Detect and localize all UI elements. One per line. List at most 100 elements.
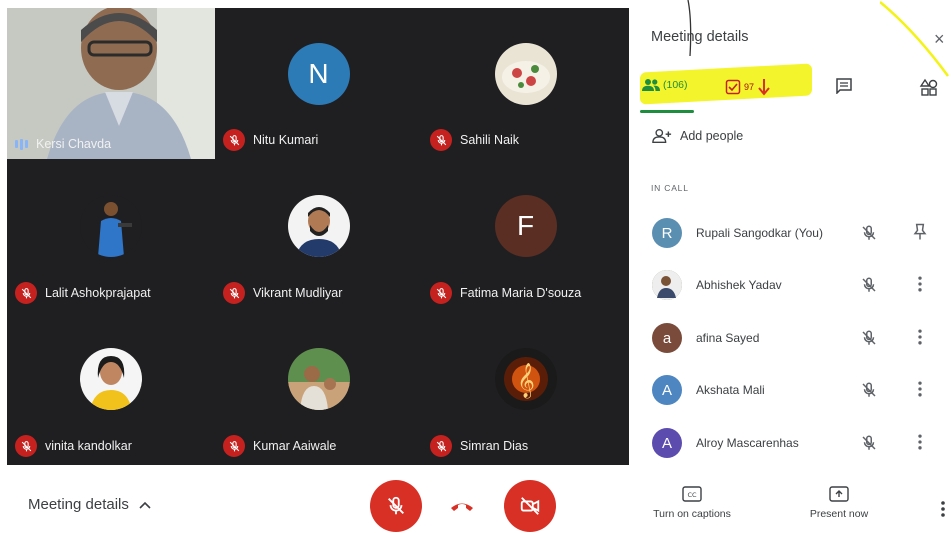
participant-tile[interactable]: N Nitu Kumari — [215, 8, 422, 159]
participant-name: Kumar Aaiwale — [253, 439, 337, 453]
present-label: Present now — [809, 508, 869, 520]
participant-name-bar: Fatima Maria D'souza — [430, 282, 581, 304]
present-now-button[interactable]: Present now — [802, 486, 876, 520]
camera-toggle-button[interactable] — [504, 480, 556, 532]
more-vert-icon[interactable] — [910, 274, 930, 294]
avatar — [287, 348, 350, 411]
tab-activities-shapes[interactable] — [919, 78, 939, 98]
pin-icon[interactable] — [910, 222, 930, 242]
mic-off-icon — [15, 435, 37, 457]
close-panel-button[interactable]: × — [934, 30, 945, 48]
participant-name-bar: vinita kandolkar — [15, 435, 132, 457]
closed-captions-icon: CC — [682, 486, 702, 502]
checkbox-icon — [725, 79, 741, 95]
avatar: R — [652, 218, 682, 248]
tab-people[interactable]: (106) — [642, 78, 688, 92]
mic-off-icon — [15, 282, 37, 304]
participant-name-bar: Nitu Kumari — [223, 129, 318, 151]
chat-icon — [836, 78, 852, 94]
participant-name: afina Sayed — [696, 331, 760, 345]
participant-tile[interactable]: Kumar Aaiwale — [215, 312, 422, 465]
add-people-label: Add people — [680, 129, 744, 143]
mic-off-icon — [862, 435, 876, 450]
close-icon: × — [934, 29, 945, 49]
call-controls-bar: Meeting details — [0, 466, 632, 533]
meeting-details-label: Meeting details — [28, 496, 129, 513]
participant-name: Fatima Maria D'souza — [460, 286, 582, 300]
more-vert-icon[interactable] — [910, 327, 930, 347]
participant-tile[interactable]: F Fatima Maria D'souza — [422, 159, 629, 312]
meeting-details-toggle[interactable]: Meeting details — [28, 496, 151, 513]
people-count: (106) — [663, 79, 688, 91]
avatar: A — [652, 428, 682, 458]
participant-row[interactable]: a afina Sayed — [652, 321, 942, 355]
more-options-icon[interactable] — [939, 500, 947, 518]
participant-name-bar: Kersi Chavda — [15, 137, 111, 151]
chevron-up-icon — [139, 501, 151, 509]
svg-text:CC: CC — [687, 491, 697, 499]
panel-tabs: (106) 97 — [632, 72, 951, 116]
avatar: N — [287, 43, 350, 106]
add-people-button[interactable]: Add people — [652, 128, 743, 144]
microphone-toggle-button[interactable] — [370, 480, 422, 532]
mic-off-icon — [862, 382, 876, 397]
participant-name-bar: Vikrant Mudliyar — [223, 282, 342, 304]
participant-row[interactable]: Abhishek Yadav — [652, 268, 942, 302]
mic-off-icon — [223, 282, 245, 304]
avatar — [652, 270, 682, 300]
participant-row[interactable]: R Rupali Sangodkar (You) — [652, 216, 942, 250]
tab-activities[interactable]: 97 — [725, 78, 771, 96]
avatar: A — [652, 375, 682, 405]
participant-name-bar: Simran Dias — [430, 435, 528, 457]
avatar: F — [494, 195, 557, 258]
mic-off-icon — [388, 496, 404, 515]
arrow-down-icon — [758, 79, 770, 96]
mic-off-icon — [862, 277, 876, 292]
participant-tile[interactable]: Lalit Ashokprajapat — [7, 159, 215, 312]
more-vert-icon[interactable] — [910, 432, 930, 452]
shapes-icon — [919, 78, 938, 96]
hang-up-icon — [451, 503, 473, 511]
participant-name: Vikrant Mudliyar — [253, 286, 343, 300]
participant-name: Sahili Naik — [460, 133, 520, 147]
avatar — [80, 348, 142, 411]
activities-count: 97 — [744, 82, 755, 92]
participant-name: vinita kandolkar — [45, 439, 132, 453]
mic-off-icon — [430, 129, 452, 151]
participant-tile[interactable]: Kersi Chavda — [7, 8, 215, 159]
participant-row[interactable]: A Akshata Mali — [652, 373, 942, 407]
participant-tile[interactable]: Vikrant Mudliyar — [215, 159, 422, 312]
panel-footer: CC Turn on captions Present now — [632, 478, 951, 533]
participant-tile[interactable]: Sahili Naik — [422, 8, 629, 159]
participant-name: Lalit Ashokprajapat — [45, 286, 151, 300]
participant-name-bar: Sahili Naik — [430, 129, 519, 151]
avatar — [287, 195, 350, 258]
mic-off-icon — [430, 282, 452, 304]
avatar — [494, 43, 557, 106]
participant-row[interactable]: A Alroy Mascarenhas — [652, 426, 942, 460]
mic-off-icon — [223, 129, 245, 151]
tab-chat[interactable] — [835, 78, 853, 94]
captions-button[interactable]: CC Turn on captions — [642, 486, 742, 520]
participant-tile[interactable]: 𝄞 Simran Dias — [422, 312, 629, 465]
participant-name: Kersi Chavda — [36, 137, 112, 151]
active-tab-indicator — [640, 110, 694, 113]
video-grid: Kersi Chavda N Nitu Kumari Sahili Naik L… — [7, 8, 629, 465]
mic-off-icon — [862, 225, 876, 240]
mic-off-icon — [430, 435, 452, 457]
speaking-indicator-icon — [15, 138, 28, 150]
leave-call-button[interactable] — [448, 496, 476, 516]
participant-name: Alroy Mascarenhas — [696, 436, 799, 450]
mic-off-icon — [862, 330, 876, 345]
camera-off-icon — [520, 497, 540, 515]
participant-name: Simran Dias — [460, 439, 529, 453]
avatar — [80, 195, 142, 258]
participant-tile[interactable]: vinita kandolkar — [7, 312, 215, 465]
meeting-details-panel: Meeting details × (106) 97 Add people IN… — [632, 0, 951, 533]
svg-text:𝄞: 𝄞 — [517, 363, 535, 399]
participant-name-bar: Lalit Ashokprajapat — [15, 282, 151, 304]
panel-title: Meeting details — [651, 29, 749, 45]
avatar: a — [652, 323, 682, 353]
more-vert-icon[interactable] — [910, 379, 930, 399]
in-call-section-label: IN CALL — [651, 183, 689, 193]
